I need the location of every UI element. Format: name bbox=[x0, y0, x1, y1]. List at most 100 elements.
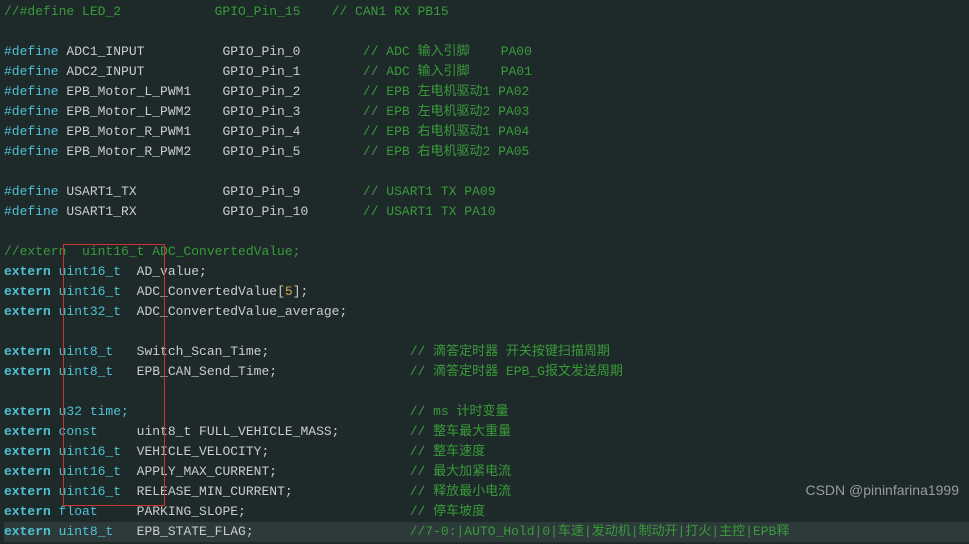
code-line[interactable]: extern uint32_t ADC_ConvertedValue_avera… bbox=[4, 302, 969, 322]
comment: // 释放最小电流 bbox=[410, 484, 511, 499]
code-line[interactable] bbox=[4, 222, 969, 242]
code-line[interactable]: extern u32 time; // ms 计时变量 bbox=[4, 402, 969, 422]
comment: //extern uint16_t ADC_ConvertedValue; bbox=[4, 244, 300, 259]
comment: // EPB 右电机驱动1 PA04 bbox=[363, 124, 529, 139]
comment: // ms 计时变量 bbox=[410, 404, 509, 419]
extern-keyword: extern bbox=[4, 524, 51, 539]
macro-name: ADC1_INPUT bbox=[66, 44, 222, 59]
type: uint16_t bbox=[59, 444, 137, 459]
extern-keyword: extern bbox=[4, 364, 51, 379]
extern-keyword: extern bbox=[4, 444, 51, 459]
preproc-keyword: #define bbox=[4, 144, 59, 159]
macro-name: EPB_Motor_R_PWM2 bbox=[66, 144, 222, 159]
macro-value: GPIO_Pin_9 bbox=[222, 184, 362, 199]
comment: // 整车最大重量 bbox=[410, 424, 511, 439]
code-line[interactable]: extern float PARKING_SLOPE; // 停车坡度 bbox=[4, 502, 969, 522]
macro-name: EPB_Motor_R_PWM1 bbox=[66, 124, 222, 139]
comment: // USART1 TX PA10 bbox=[363, 204, 496, 219]
macro-value: GPIO_Pin_4 bbox=[222, 124, 362, 139]
type: u32 time; bbox=[59, 404, 137, 419]
code-line[interactable] bbox=[4, 382, 969, 402]
extern-keyword: extern bbox=[4, 464, 51, 479]
code-line[interactable]: #define ADC2_INPUT GPIO_Pin_1 // ADC 输入引… bbox=[4, 62, 969, 82]
type: uint8_t bbox=[59, 524, 137, 539]
preproc-keyword: #define bbox=[4, 64, 59, 79]
comment: //7-0:|AUTO_Hold|0|车速|发动机|制动开|打火|主控|EPB释 bbox=[410, 524, 790, 539]
code-line[interactable]: extern uint8_t EPB_STATE_FLAG; //7-0:|AU… bbox=[4, 522, 969, 542]
comment: // EPB 左电机驱动1 PA02 bbox=[363, 84, 529, 99]
comment: // ADC 输入引脚 PA01 bbox=[363, 64, 532, 79]
code-editor[interactable]: //#define LED_2 GPIO_Pin_15 // CAN1 RX P… bbox=[0, 0, 969, 544]
comment: // EPB 左电机驱动2 PA03 bbox=[363, 104, 529, 119]
code-line[interactable]: extern const uint8_t FULL_VEHICLE_MASS; … bbox=[4, 422, 969, 442]
extern-keyword: extern bbox=[4, 264, 51, 279]
macro-name: EPB_Motor_L_PWM1 bbox=[66, 84, 222, 99]
code-line[interactable]: #define EPB_Motor_R_PWM1 GPIO_Pin_4 // E… bbox=[4, 122, 969, 142]
declaration: uint8_t FULL_VEHICLE_MASS; bbox=[137, 424, 340, 439]
macro-name: USART1_RX bbox=[66, 204, 222, 219]
extern-keyword: extern bbox=[4, 304, 51, 319]
type: uint16_t bbox=[59, 264, 137, 279]
code-line[interactable]: //#define LED_2 GPIO_Pin_15 // CAN1 RX P… bbox=[4, 2, 969, 22]
code-line[interactable]: #define EPB_Motor_R_PWM2 GPIO_Pin_5 // E… bbox=[4, 142, 969, 162]
code-line[interactable]: extern uint16_t AD_value; bbox=[4, 262, 969, 282]
type: uint16_t bbox=[59, 284, 137, 299]
macro-name: USART1_TX bbox=[66, 184, 222, 199]
code-line[interactable]: #define USART1_RX GPIO_Pin_10 // USART1 … bbox=[4, 202, 969, 222]
comment: // 滴答定时器 开关按键扫描周期 bbox=[410, 344, 610, 359]
declaration: ]; bbox=[293, 284, 309, 299]
preproc-keyword: #define bbox=[4, 104, 59, 119]
type: uint8_t bbox=[59, 364, 137, 379]
macro-value: GPIO_Pin_1 bbox=[222, 64, 362, 79]
extern-keyword: extern bbox=[4, 404, 51, 419]
type: const bbox=[59, 424, 137, 439]
extern-keyword: extern bbox=[4, 344, 51, 359]
preproc-keyword: #define bbox=[4, 204, 59, 219]
declaration: VEHICLE_VELOCITY; bbox=[137, 444, 270, 459]
declaration: Switch_Scan_Time; bbox=[137, 344, 270, 359]
declaration: ADC_ConvertedValue_average; bbox=[137, 304, 348, 319]
declaration: ADC_ConvertedValue[ bbox=[137, 284, 285, 299]
declaration: AD_value; bbox=[137, 264, 207, 279]
comment: //#define LED_2 GPIO_Pin_15 // CAN1 RX P… bbox=[4, 4, 449, 19]
preproc-keyword: #define bbox=[4, 184, 59, 199]
code-line[interactable] bbox=[4, 22, 969, 42]
code-line[interactable]: #define EPB_Motor_L_PWM1 GPIO_Pin_2 // E… bbox=[4, 82, 969, 102]
code-line[interactable] bbox=[4, 162, 969, 182]
type: uint16_t bbox=[59, 484, 137, 499]
code-line[interactable]: #define ADC1_INPUT GPIO_Pin_0 // ADC 输入引… bbox=[4, 42, 969, 62]
code-line[interactable]: #define USART1_TX GPIO_Pin_9 // USART1 T… bbox=[4, 182, 969, 202]
macro-value: GPIO_Pin_0 bbox=[222, 44, 362, 59]
type: uint16_t bbox=[59, 464, 137, 479]
code-line[interactable]: extern uint16_t ADC_ConvertedValue[5]; bbox=[4, 282, 969, 302]
preproc-keyword: #define bbox=[4, 124, 59, 139]
code-line[interactable]: extern uint8_t EPB_CAN_Send_Time; // 滴答定… bbox=[4, 362, 969, 382]
macro-value: GPIO_Pin_5 bbox=[222, 144, 362, 159]
macro-value: GPIO_Pin_10 bbox=[222, 204, 362, 219]
declaration: APPLY_MAX_CURRENT; bbox=[137, 464, 277, 479]
macro-value: GPIO_Pin_2 bbox=[222, 84, 362, 99]
watermark: CSDN @pininfarina1999 bbox=[805, 480, 959, 501]
extern-keyword: extern bbox=[4, 284, 51, 299]
number: 5 bbox=[285, 284, 293, 299]
extern-keyword: extern bbox=[4, 484, 51, 499]
comment: // ADC 输入引脚 PA00 bbox=[363, 44, 532, 59]
code-line[interactable]: extern uint16_t VEHICLE_VELOCITY; // 整车速… bbox=[4, 442, 969, 462]
code-line[interactable] bbox=[4, 322, 969, 342]
extern-keyword: extern bbox=[4, 424, 51, 439]
type: uint8_t bbox=[59, 344, 137, 359]
code-line[interactable]: extern uint8_t Switch_Scan_Time; // 滴答定时… bbox=[4, 342, 969, 362]
comment: // USART1 TX PA09 bbox=[363, 184, 496, 199]
type: uint32_t bbox=[59, 304, 137, 319]
preproc-keyword: #define bbox=[4, 84, 59, 99]
code-line[interactable]: //extern uint16_t ADC_ConvertedValue; bbox=[4, 242, 969, 262]
comment: // 最大加紧电流 bbox=[410, 464, 511, 479]
declaration: EPB_CAN_Send_Time; bbox=[137, 364, 277, 379]
comment: // 整车速度 bbox=[410, 444, 485, 459]
code-line[interactable]: extern uint16_t APPLY_MAX_CURRENT; // 最大… bbox=[4, 462, 969, 482]
preproc-keyword: #define bbox=[4, 44, 59, 59]
comment: // EPB 右电机驱动2 PA05 bbox=[363, 144, 529, 159]
macro-name: ADC2_INPUT bbox=[66, 64, 222, 79]
code-line[interactable]: #define EPB_Motor_L_PWM2 GPIO_Pin_3 // E… bbox=[4, 102, 969, 122]
comment: // 滴答定时器 EPB_G报文发送周期 bbox=[410, 364, 623, 379]
